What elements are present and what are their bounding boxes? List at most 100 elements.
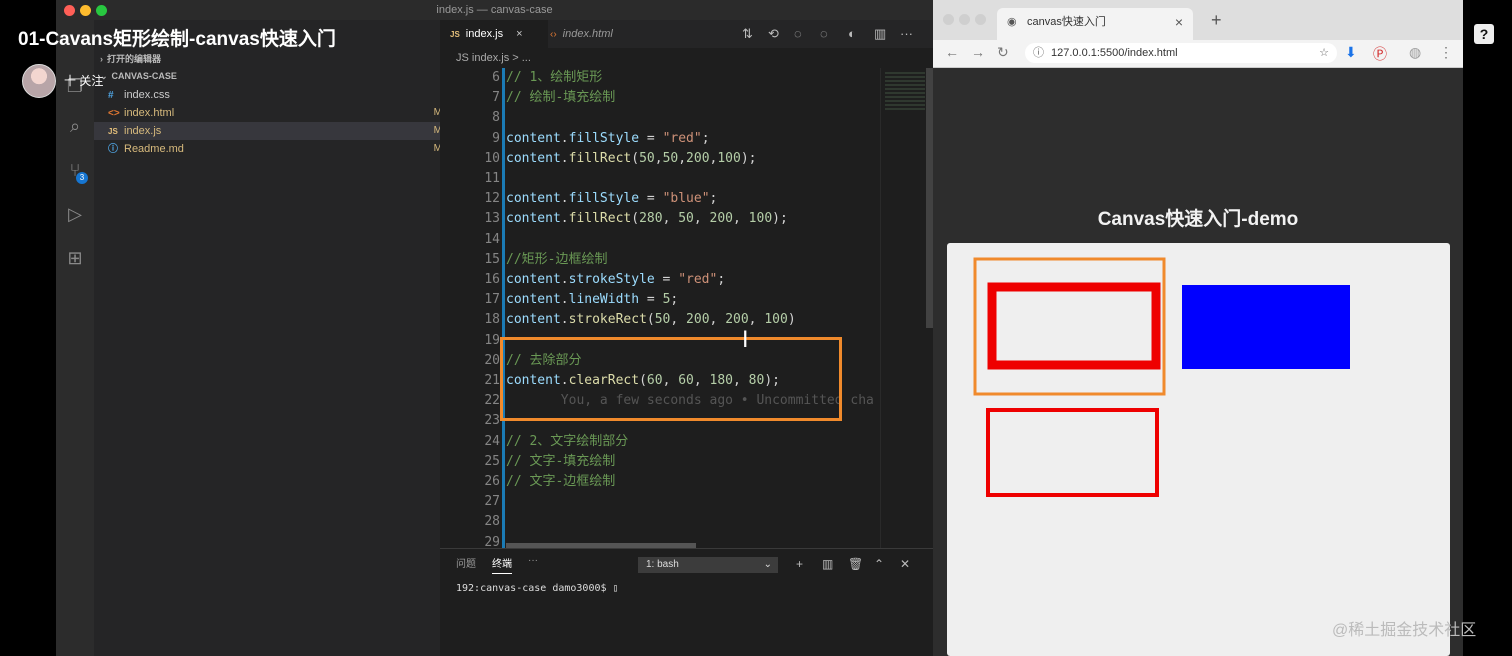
line-number: 21 (484, 373, 500, 388)
code-line: // 文字-边框绘制 (506, 474, 616, 489)
close-tab-icon[interactable]: × (516, 28, 522, 40)
explorer-sidebar: › 打开的编辑器 ⌄ CANVAS-CASE # index.css <> index.… (94, 20, 454, 656)
window-title: index.js — canvas-case (436, 4, 553, 16)
extensions-icon[interactable]: ⊞ (65, 248, 85, 268)
open-changes-icon[interactable]: ⇅ (742, 26, 753, 42)
line-number: 27 (484, 494, 500, 510)
tab-index-html[interactable]: ‹› index.html (540, 20, 623, 48)
git-change-indicator (502, 68, 505, 548)
previous-change-icon[interactable]: ◌ (794, 26, 802, 41)
file-item[interactable]: ⓘ Readme.md M (94, 140, 454, 158)
more-actions-icon[interactable]: ··· (900, 26, 913, 41)
minimize-window-button[interactable] (959, 14, 970, 25)
panel-more-icon[interactable]: ··· (528, 555, 538, 566)
minimap[interactable] (880, 68, 929, 548)
code-line: // 1、绘制矩形 (506, 70, 603, 85)
run-debug-icon[interactable]: ▷ (65, 204, 85, 224)
line-number: 6 (492, 70, 500, 85)
line-number: 7 (492, 90, 500, 106)
pinterest-extension-icon[interactable]: Ⓟ (1373, 44, 1387, 64)
activity-bar: ❐ ⌕ ⑂ 3 ▷ ⊞ (56, 20, 94, 656)
bottom-panel: 问题 终端 ··· 1: bash ⌄ + ▥ 🗑 ⌃ ✕ 192:canvas… (440, 548, 933, 656)
line-number: 25 (484, 453, 500, 469)
line-number: 28 (484, 514, 500, 530)
source-control-badge: 3 (76, 172, 88, 184)
terminal-select[interactable]: 1: bash ⌄ (638, 557, 778, 573)
code-line: // 绘制-填充绘制 (506, 90, 616, 106)
tab-terminal[interactable]: 终端 (492, 555, 512, 574)
line-number: 9 (492, 130, 500, 146)
file-item-selected[interactable]: JS index.js M (94, 122, 454, 140)
line-number-gutter: 6 7 8 9 10 11 12 13 14 15 16 17 18 19 20… (440, 68, 502, 550)
menu-kebab-icon[interactable]: ⋮ (1439, 44, 1453, 61)
line-number: 18 (484, 312, 500, 328)
code-line: content.fillRect(50,50,200,100); (506, 150, 757, 166)
split-editor-icon[interactable]: ▥ (874, 26, 886, 42)
new-terminal-icon[interactable]: + (796, 557, 803, 571)
open-editors-header[interactable]: › 打开的编辑器 (94, 50, 446, 68)
file-item[interactable]: <> index.html M (94, 104, 454, 122)
code-line: content.fillStyle = "blue"; (506, 191, 718, 207)
trash-icon[interactable]: 🗑 (848, 557, 863, 571)
terminal-prompt[interactable]: 192:canvas-case damo3000$ ▯ (456, 583, 619, 594)
line-number: 12 (484, 191, 500, 207)
reload-icon[interactable]: ↻ (997, 44, 1009, 61)
code-editor[interactable]: 6 7 8 9 10 11 12 13 14 15 16 17 18 19 20… (440, 68, 933, 550)
text-cursor-icon: I (742, 328, 749, 353)
red-filled-rect-cleared (987, 282, 1161, 370)
line-number: 13 (484, 211, 500, 227)
split-terminal-icon[interactable]: ▥ (822, 557, 833, 571)
avatar[interactable] (22, 64, 56, 98)
download-extension-icon[interactable]: ⬇ (1345, 44, 1357, 61)
line-number: 15 (484, 251, 500, 267)
line-number: 24 (484, 433, 500, 449)
breadcrumb[interactable]: JS index.js > ... (440, 48, 933, 68)
vscode-window: index.js — canvas-case ❐ ⌕ ⑂ 3 ▷ ⊞ › 打开的编… (56, 0, 933, 656)
code-line: content.fillRect(280, 50, 200, 100); (506, 211, 788, 227)
forward-icon[interactable]: → (971, 44, 985, 60)
highlight-box (500, 337, 842, 421)
profile-avatar-icon[interactable]: ◍ (1409, 44, 1421, 61)
folder-header[interactable]: ⌄ CANVAS-CASE (94, 67, 446, 85)
video-title: 01-Cavans矩形绘制-canvas快速入门 (18, 29, 336, 50)
browser-tab-strip: ◉ canvas快速入门 × + (933, 0, 1463, 40)
toggle-icon[interactable]: ◐ (848, 26, 856, 41)
maximize-panel-icon[interactable]: ⌃ (874, 557, 884, 571)
vertical-scrollbar[interactable] (926, 68, 933, 328)
code-line: content.strokeRect(50, 200, 200, 100) (506, 312, 796, 328)
vscode-titlebar: index.js — canvas-case (56, 0, 933, 20)
js-file-icon: JS (450, 30, 460, 39)
tab-index-js[interactable]: JS index.js × (440, 20, 548, 48)
follow-button[interactable]: 十 关注 (64, 72, 103, 89)
line-number: 20 (484, 352, 500, 368)
close-window-button[interactable] (943, 14, 954, 25)
maximize-window-button[interactable] (975, 14, 986, 25)
info-icon: ⓘ (1033, 47, 1044, 59)
code-line: // 文字-填充绘制 (506, 453, 616, 469)
line-number: 11 (484, 171, 500, 186)
new-tab-button[interactable]: + (1211, 10, 1222, 31)
address-bar[interactable]: ⓘ 127.0.0.1:5500/index.html ☆ (1025, 43, 1337, 63)
line-number: 19 (484, 332, 500, 348)
highlight-box (973, 257, 1166, 396)
next-change-icon[interactable]: ◌ (820, 26, 828, 41)
bookmark-star-icon[interactable]: ☆ (1319, 43, 1329, 63)
back-icon[interactable]: ← (945, 44, 959, 60)
file-item[interactable]: # index.css (94, 86, 454, 104)
line-number: 8 (492, 110, 500, 126)
close-panel-icon[interactable]: ✕ (900, 557, 910, 571)
line-number: 26 (484, 474, 500, 489)
compare-icon[interactable]: ⟲ (768, 26, 779, 42)
chevron-right-icon: › (100, 54, 103, 64)
info-file-icon: ⓘ (108, 144, 118, 155)
canvas-drawing (973, 257, 1350, 497)
line-number: 10 (484, 150, 500, 166)
help-icon[interactable]: ? (1474, 24, 1494, 44)
search-icon[interactable]: ⌕ (65, 116, 85, 136)
tab-problems[interactable]: 问题 (456, 555, 476, 570)
close-tab-icon[interactable]: × (1175, 8, 1183, 36)
browser-tab[interactable]: ◉ canvas快速入门 × (997, 8, 1193, 40)
watermark: @稀土掘金技术社区 (1332, 622, 1477, 639)
code-line: content.fillStyle = "red"; (506, 130, 710, 146)
line-number: 16 (484, 272, 500, 287)
